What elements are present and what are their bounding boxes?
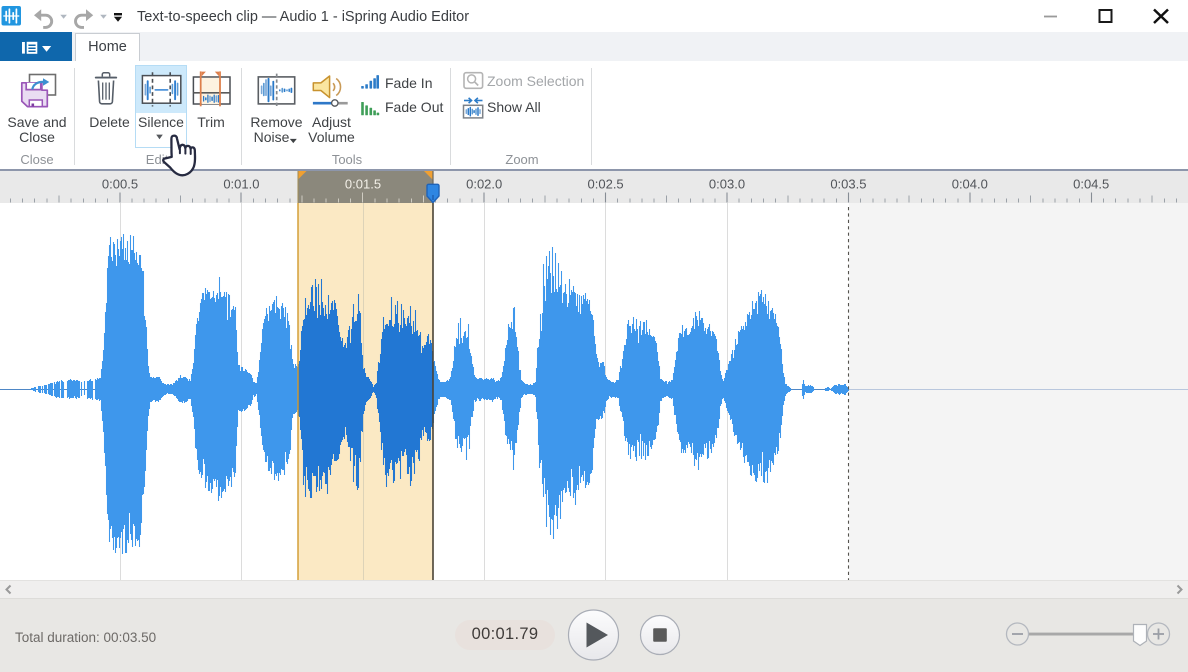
svg-text:0:01.0: 0:01.0 (223, 177, 259, 192)
svg-text:0:02.5: 0:02.5 (588, 177, 624, 192)
svg-text:0:04.5: 0:04.5 (1073, 177, 1109, 192)
svg-text:0:01.5: 0:01.5 (345, 177, 381, 192)
svg-text:0:00.5: 0:00.5 (102, 177, 138, 192)
svg-text:0:02.0: 0:02.0 (466, 177, 502, 192)
svg-text:0:03.5: 0:03.5 (830, 177, 866, 192)
svg-text:0:03.0: 0:03.0 (709, 177, 745, 192)
svg-text:0:04.0: 0:04.0 (952, 177, 988, 192)
